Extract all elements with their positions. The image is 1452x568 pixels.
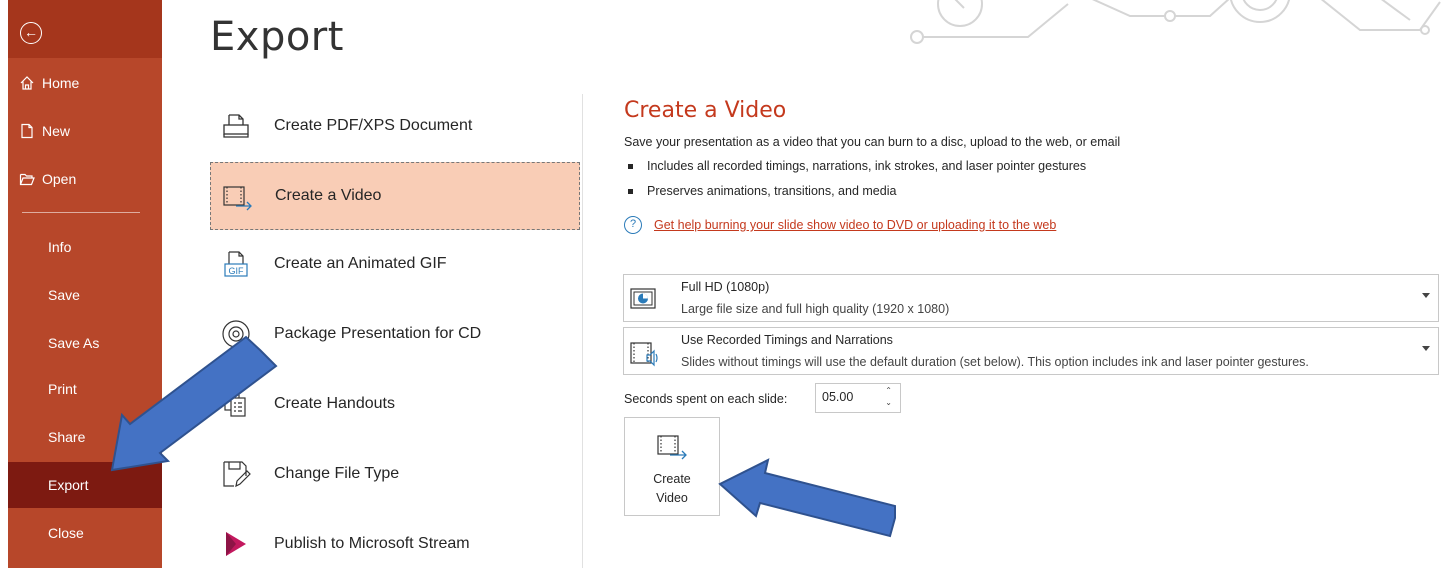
option-create-handouts[interactable]: Create Handouts (210, 370, 580, 438)
help-icon: ? (624, 216, 642, 234)
change-file-type-icon (216, 454, 256, 494)
dropdown-title: Use Recorded Timings and Narrations (681, 333, 893, 347)
option-label: Change File Type (274, 465, 400, 482)
new-document-icon (18, 123, 36, 139)
video-icon (217, 176, 257, 216)
sidebar-item-info[interactable]: Info (8, 224, 162, 270)
bullet-marker (628, 163, 633, 169)
option-label: Package Presentation for CD (274, 325, 482, 342)
spin-down-icon[interactable]: ⌄ (885, 398, 892, 407)
sidebar-top: ← (8, 0, 162, 58)
handouts-icon (216, 384, 256, 424)
sidebar-item-export[interactable]: Export (8, 462, 162, 508)
chevron-down-icon (1422, 293, 1430, 298)
timings-dropdown[interactable]: Use Recorded Timings and Narrations Slid… (623, 327, 1439, 375)
sidebar-item-close[interactable]: Close (8, 510, 162, 556)
recorded-timings-icon (629, 337, 659, 367)
create-video-button[interactable]: Create Video (624, 417, 720, 516)
seconds-spinner: ⌃ ⌄ (815, 383, 901, 413)
create-video-line: Create (653, 472, 691, 486)
help-row: ? Get help burning your slide show video… (624, 216, 1056, 234)
sidebar-item-label: Home (42, 75, 80, 91)
option-create-pdf-xps[interactable]: Create PDF/XPS Document (210, 92, 580, 160)
chevron-down-icon (1422, 346, 1430, 351)
dropdown-subtitle: Large file size and full high quality (1… (681, 302, 950, 316)
option-create-video[interactable]: Create a Video (210, 162, 580, 230)
option-label: Create a Video (275, 187, 382, 204)
stream-icon (216, 524, 256, 564)
video-quality-dropdown[interactable]: Full HD (1080p) Large file size and full… (623, 274, 1439, 322)
home-icon (18, 75, 36, 91)
sidebar-item-label: New (42, 123, 71, 139)
create-video-label: Create Video (625, 470, 719, 508)
create-video-line: Video (656, 491, 688, 505)
cd-icon (216, 314, 256, 354)
open-folder-icon (18, 171, 36, 187)
page-title: Export (210, 14, 344, 60)
bullet-marker (628, 188, 633, 194)
svg-text:GIF: GIF (229, 266, 245, 276)
sidebar-divider (22, 212, 140, 213)
sidebar-item-new[interactable]: New (8, 108, 162, 154)
option-label: Publish to Microsoft Stream (274, 535, 470, 552)
bullet-text: Preserves animations, transitions, and m… (647, 184, 897, 198)
sidebar-item-label: Export (48, 477, 89, 493)
pane-divider (582, 94, 583, 568)
option-label: Create an Animated GIF (274, 255, 447, 272)
bullet-text: Includes all recorded timings, narration… (647, 159, 1087, 173)
sidebar-item-label: Save (48, 287, 80, 303)
option-package-presentation-cd[interactable]: Package Presentation for CD (210, 300, 580, 368)
help-link[interactable]: Get help burning your slide show video t… (654, 218, 1056, 232)
sidebar-item-label: Save As (48, 335, 100, 351)
sidebar-item-save[interactable]: Save (8, 272, 162, 318)
sidebar-item-label: Open (42, 171, 77, 187)
option-label: Create PDF/XPS Document (274, 117, 473, 134)
bullet-item: Preserves animations, transitions, and m… (628, 184, 896, 198)
seconds-label: Seconds spent on each slide: (624, 392, 788, 406)
pane-title: Create a Video (624, 98, 787, 123)
sidebar-item-save-as[interactable]: Save As (8, 320, 162, 366)
option-create-animated-gif[interactable]: GIF Create an Animated GIF (210, 230, 580, 298)
option-publish-stream[interactable]: Publish to Microsoft Stream (210, 510, 580, 568)
sidebar-item-label: Share (48, 429, 86, 445)
sidebar-item-print[interactable]: Print (8, 366, 162, 412)
seconds-input[interactable] (822, 390, 878, 404)
bullet-item: Includes all recorded timings, narration… (628, 159, 1086, 173)
option-change-file-type[interactable]: Change File Type (210, 440, 580, 508)
sidebar-item-label: Print (48, 381, 77, 397)
sidebar-edge (0, 0, 8, 568)
option-label: Create Handouts (274, 395, 395, 412)
sidebar-item-share[interactable]: Share (8, 414, 162, 460)
gif-icon: GIF (216, 244, 256, 284)
spin-up-icon[interactable]: ⌃ (885, 386, 892, 395)
sidebar-item-open[interactable]: Open (8, 156, 162, 202)
pane-description: Save your presentation as a video that y… (624, 135, 1121, 149)
back-arrow-icon[interactable]: ← (20, 22, 42, 44)
backstage-sidebar: ← Home New Open Info Save Save As Print … (0, 0, 162, 568)
sidebar-item-label: Info (48, 239, 72, 255)
sidebar-item-label: Close (48, 525, 84, 541)
video-icon (655, 432, 689, 469)
dropdown-title: Full HD (1080p) (681, 280, 770, 294)
monitor-quality-icon (629, 284, 659, 314)
circuit-decoration-icon (910, 0, 1441, 44)
sidebar-item-home[interactable]: Home (8, 60, 162, 106)
dropdown-subtitle: Slides without timings will use the defa… (681, 355, 1309, 369)
pdf-document-icon (216, 106, 256, 146)
annotation-arrow-create-video (718, 458, 896, 538)
